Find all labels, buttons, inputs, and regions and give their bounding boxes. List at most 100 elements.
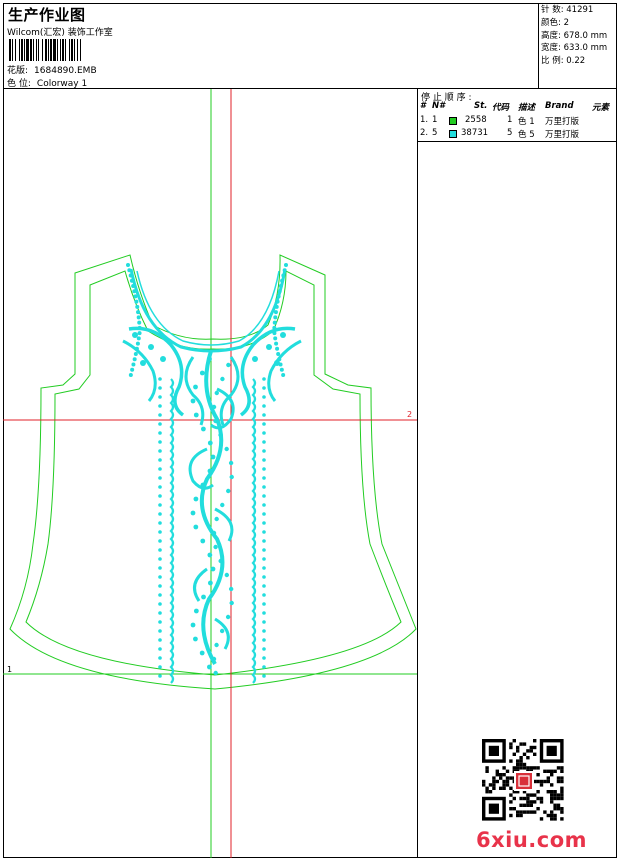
- embroidery-bead: [214, 390, 219, 396]
- embroidery-bead: [262, 638, 266, 642]
- embroidery-bead: [262, 539, 266, 543]
- embroidery-bead: [262, 647, 266, 651]
- embroidery-bead: [224, 572, 230, 578]
- embroidery-bead: [282, 268, 287, 273]
- row-index: 1.: [420, 115, 429, 125]
- embroidery-bead: [229, 474, 234, 480]
- embroidery-bead: [262, 467, 266, 471]
- embroidery-bead: [128, 373, 133, 377]
- embroidery-bead: [158, 431, 162, 435]
- embroidery-bead: [158, 395, 162, 399]
- embroidery-bead: [226, 488, 231, 494]
- row-needle: 1: [432, 115, 438, 125]
- embroidery-bead: [137, 331, 142, 336]
- design-value: 1684890.EMB: [34, 66, 97, 76]
- embroidery-bead: [128, 273, 133, 278]
- embroidery-bead: [274, 360, 280, 366]
- embroidery-pattern: [122, 263, 302, 684]
- embroidery-bead: [211, 656, 217, 662]
- axis-y-label: 1: [7, 665, 12, 674]
- embroidery-bead: [134, 299, 139, 304]
- embroidery-bead: [276, 352, 281, 357]
- embroidery-bead: [193, 384, 198, 390]
- embroidery-stroke: [199, 350, 225, 665]
- embroidery-bead: [207, 440, 213, 446]
- embroidery-bead: [158, 584, 162, 588]
- embroidery-bead: [225, 614, 231, 620]
- embroidery-bead: [158, 377, 162, 381]
- embroidery-bead: [281, 273, 286, 278]
- embroidery-bead: [273, 310, 278, 315]
- colorway-label: 色 位:: [7, 79, 31, 89]
- embroidery-bead: [190, 510, 196, 516]
- col-description: 描述: [518, 103, 536, 113]
- embroidery-bead: [281, 373, 286, 377]
- embroidery-bead: [136, 310, 141, 315]
- embroidery-bead: [220, 502, 225, 508]
- garment-outline-inner: [25, 270, 402, 676]
- embroidery-bead: [262, 593, 266, 597]
- embroidery-bead: [229, 600, 234, 606]
- embroidery-bead: [262, 422, 266, 426]
- embroidery-bead: [148, 344, 154, 350]
- embroidery-bead: [137, 320, 142, 325]
- embroidery-bead: [127, 268, 132, 273]
- embroidery-bead: [262, 449, 266, 453]
- embroidery-bead: [193, 412, 199, 418]
- embroidery-bead: [135, 304, 140, 309]
- embroidery-bead: [224, 446, 229, 452]
- embroidery-bead: [201, 594, 206, 600]
- embroidery-bead: [190, 398, 196, 404]
- studio-name: Wilcom(汇宏) 装饰工作室: [7, 28, 113, 38]
- embroidery-bead: [158, 557, 162, 561]
- embroidery-bead: [218, 432, 223, 438]
- embroidery-bead: [136, 336, 141, 341]
- embroidery-bead: [266, 344, 272, 350]
- embroidery-bead: [193, 608, 199, 614]
- stat-stitches: 针 数: 41291: [541, 5, 594, 15]
- stop-sequence-divider: [418, 141, 617, 142]
- embroidery-bead: [140, 360, 146, 366]
- embroidery-bead: [132, 332, 138, 338]
- embroidery-bead: [193, 496, 199, 502]
- row-description: 色 1: [518, 117, 535, 127]
- embroidery-bead: [133, 294, 138, 299]
- embroidery-bead: [262, 656, 266, 660]
- row-color-swatch: [449, 116, 457, 126]
- embroidery-stroke: [267, 339, 302, 402]
- embroidery-bead: [131, 362, 136, 367]
- embroidery-bead: [279, 367, 284, 372]
- axis-x-label: 2: [407, 410, 412, 419]
- embroidery-bead: [262, 674, 266, 678]
- embroidery-bead: [129, 278, 134, 283]
- embroidery-bead: [158, 449, 162, 453]
- embroidery-bead: [218, 558, 223, 564]
- embroidery-bead: [207, 356, 212, 362]
- embroidery-bead: [262, 395, 266, 399]
- embroidery-bead: [262, 476, 266, 480]
- row-needle: 5: [432, 128, 438, 138]
- embroidery-bead: [158, 566, 162, 570]
- embroidery-bead: [158, 638, 162, 642]
- col-stitches: St.: [474, 101, 488, 111]
- embroidery-bead: [158, 512, 162, 516]
- row-index: 2.: [420, 128, 429, 138]
- embroidery-bead: [158, 620, 162, 624]
- embroidery-bead: [126, 263, 130, 267]
- qr-code: [482, 739, 564, 821]
- embroidery-bead: [262, 494, 266, 498]
- stop-row: 1. 1 2558 1 色 1 万里打版: [418, 115, 617, 127]
- embroidery-bead: [158, 656, 162, 660]
- row-brand: 万里打版: [545, 130, 580, 140]
- embroidery-bead: [262, 629, 266, 633]
- embroidery-bead: [158, 593, 162, 597]
- design-label: 花版:: [7, 66, 29, 76]
- embroidery-bead: [158, 530, 162, 534]
- embroidery-bead: [273, 315, 278, 320]
- embroidery-bead: [277, 289, 282, 294]
- embroidery-bead: [262, 521, 266, 525]
- stat-colors: 颜色: 2: [541, 17, 569, 28]
- embroidery-bead: [158, 548, 162, 552]
- embroidery-bead: [158, 422, 162, 426]
- embroidery-bead: [280, 332, 286, 338]
